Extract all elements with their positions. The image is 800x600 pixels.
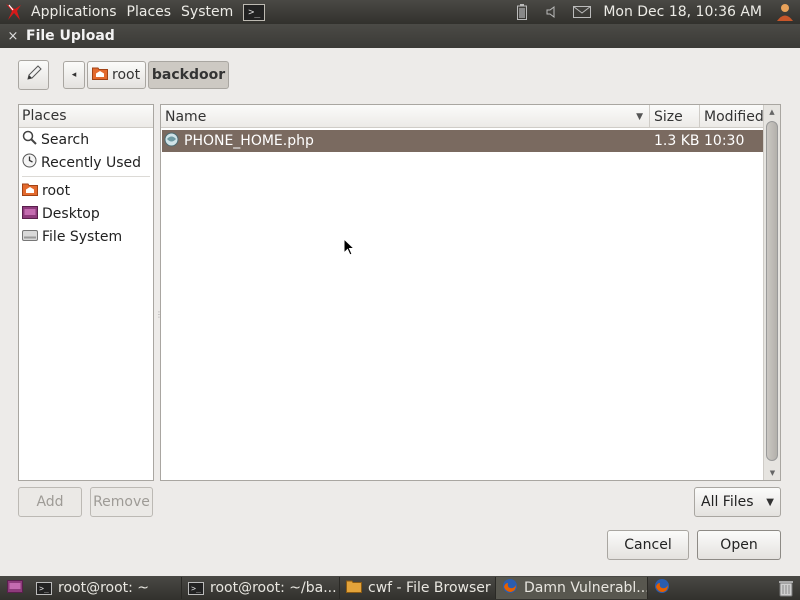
terminal-launcher-icon[interactable]: >_: [243, 3, 266, 21]
file-upload-dialog: × File Upload ◂ root backdoor Places Sea…: [0, 24, 800, 576]
taskbar-item-terminal-2[interactable]: >_ root@root: ~/ba...: [182, 577, 340, 599]
add-bookmark-button[interactable]: Add: [18, 487, 82, 517]
firefox-icon: [654, 578, 670, 598]
taskbar-item-label: Damn Vulnerabl...: [524, 580, 648, 596]
user-avatar-icon[interactable]: [770, 0, 800, 24]
dialog-title: File Upload: [26, 28, 115, 44]
sort-descending-icon: ▼: [636, 112, 643, 122]
taskbar-item-firefox-2[interactable]: [648, 577, 680, 599]
place-item-desktop[interactable]: Desktop: [19, 202, 153, 225]
taskbar-item-file-browser[interactable]: cwf - File Browser: [340, 577, 496, 599]
php-file-icon: [164, 132, 179, 151]
volume-icon[interactable]: [537, 0, 567, 24]
bottom-taskbar: >_ root@root: ~ >_ root@root: ~/ba... cw…: [0, 576, 800, 600]
folder-icon: [346, 579, 362, 597]
place-item-recently-used[interactable]: Recently Used: [19, 151, 153, 174]
vertical-scrollbar[interactable]: ▲ ▼: [763, 105, 780, 480]
place-item-label: Desktop: [42, 205, 100, 222]
search-icon: [22, 130, 37, 149]
home-folder-icon: [92, 66, 108, 84]
taskbar-item-label: root@root: ~/ba...: [210, 580, 337, 596]
desktop-icon: [7, 579, 23, 597]
applications-menu[interactable]: Applications: [26, 4, 122, 20]
hard-drive-icon: [22, 228, 38, 246]
taskbar-item-label: root@root: ~: [58, 580, 150, 596]
taskbar-item-firefox[interactable]: Damn Vulnerabl...: [496, 577, 648, 599]
open-button[interactable]: Open: [697, 530, 781, 560]
place-item-root[interactable]: root: [19, 179, 153, 202]
path-crumb-current[interactable]: backdoor: [148, 61, 229, 89]
file-list-header: Name ▼ Size Modified: [161, 105, 764, 128]
terminal-icon: >_: [188, 581, 204, 595]
trash-icon[interactable]: [778, 579, 794, 600]
file-name: PHONE_HOME.php: [184, 133, 314, 149]
taskbar-item-terminal-1[interactable]: >_ root@root: ~: [30, 577, 182, 599]
scrollbar-thumb[interactable]: [766, 121, 778, 461]
titlebar: × File Upload: [0, 24, 800, 48]
path-crumb-root-label: root: [112, 67, 141, 83]
pane-resize-handle[interactable]: ⋮: [155, 310, 163, 320]
left-arrow-icon: ◂: [71, 70, 77, 80]
path-crumb-root[interactable]: root: [87, 61, 146, 89]
clock-icon: [22, 153, 37, 172]
file-size: 1.3 KB: [654, 133, 700, 149]
clock[interactable]: Mon Dec 18, 10:36 AM: [597, 4, 770, 20]
firefox-icon: [502, 578, 518, 598]
place-item-label: Recently Used: [41, 154, 142, 171]
column-header-size[interactable]: Size: [650, 105, 700, 128]
pencil-icon: [25, 64, 43, 86]
column-header-name[interactable]: Name ▼: [161, 105, 650, 128]
top-panel: Applications Places System >_ Mon Dec 18…: [0, 0, 800, 24]
places-header[interactable]: Places: [19, 105, 153, 128]
places-divider: [22, 176, 150, 177]
system-menu[interactable]: System: [176, 4, 238, 20]
file-modified: 10:30: [704, 133, 745, 149]
file-filter-dropdown[interactable]: All Files ▼: [694, 487, 781, 517]
cancel-button[interactable]: Cancel: [607, 530, 689, 560]
terminal-icon: >_: [36, 581, 52, 595]
path-back-button[interactable]: ◂: [63, 61, 85, 89]
places-panel: Places Search Recently Used root Desktop: [18, 104, 154, 481]
column-header-modified[interactable]: Modified: [700, 105, 764, 128]
place-item-file-system[interactable]: File System: [19, 225, 153, 248]
file-name-cell: PHONE_HOME.php: [162, 132, 650, 151]
place-item-label: root: [42, 182, 71, 199]
scroll-down-icon[interactable]: ▼: [764, 466, 781, 480]
battery-icon[interactable]: [507, 0, 537, 24]
file-filter-label: All Files: [701, 494, 754, 510]
remove-bookmark-button[interactable]: Remove: [90, 487, 153, 517]
places-menu[interactable]: Places: [122, 4, 177, 20]
show-desktop-button[interactable]: [0, 576, 30, 600]
dragon-logo-icon[interactable]: [0, 0, 26, 24]
place-item-label: Search: [41, 131, 90, 148]
column-header-name-label: Name: [165, 108, 207, 125]
home-folder-icon: [22, 182, 38, 200]
desktop-folder-icon: [22, 205, 38, 223]
close-icon[interactable]: ×: [0, 29, 26, 44]
chevron-down-icon: ▼: [766, 496, 774, 508]
scroll-up-icon[interactable]: ▲: [764, 105, 780, 119]
file-list-panel: Name ▼ Size Modified PHONE_HOME.php 1.3 …: [160, 104, 781, 481]
place-item-search[interactable]: Search: [19, 128, 153, 151]
type-location-button[interactable]: [18, 60, 49, 90]
mouse-pointer-icon: [343, 237, 356, 260]
place-item-label: File System: [42, 228, 123, 245]
file-row[interactable]: PHONE_HOME.php 1.3 KB 10:30: [162, 130, 764, 152]
taskbar-item-label: cwf - File Browser: [368, 580, 491, 596]
mail-icon[interactable]: [567, 0, 597, 24]
